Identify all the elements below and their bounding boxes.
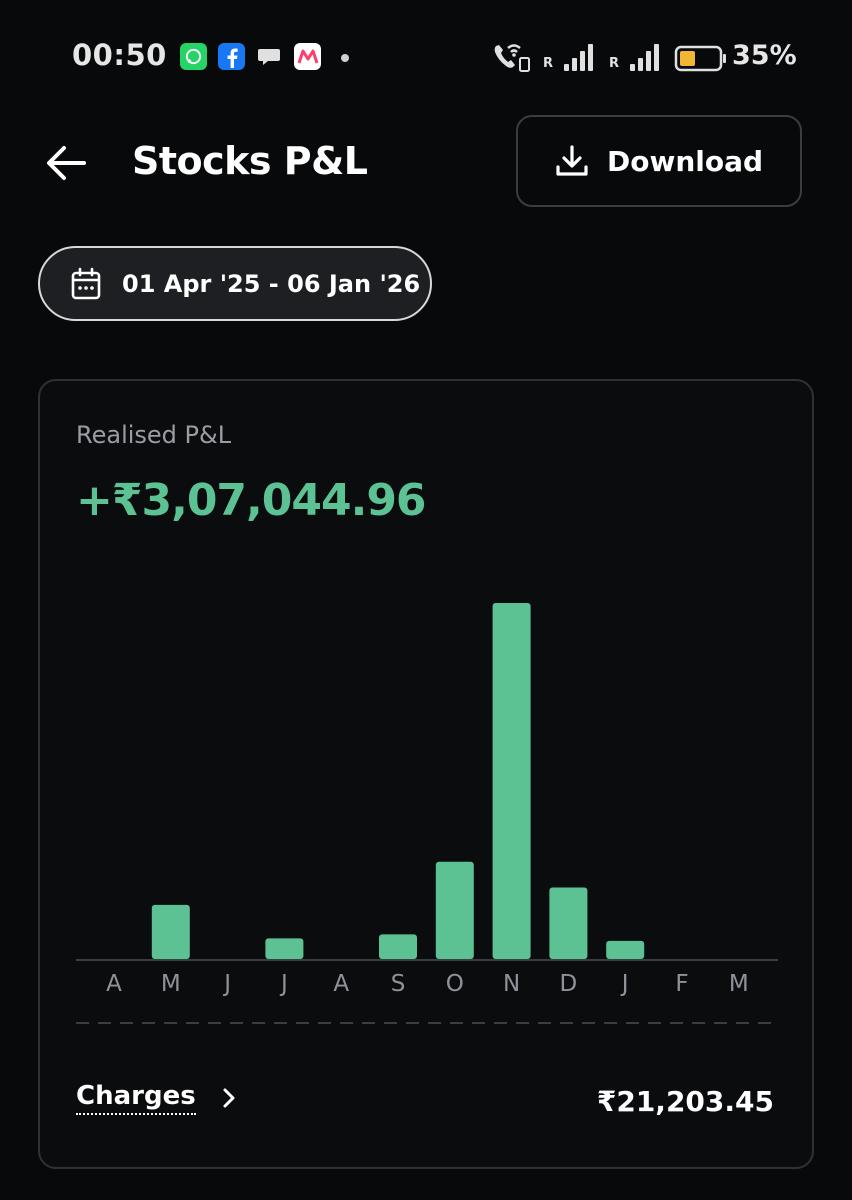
x-tick-label: D xyxy=(560,971,578,997)
x-tick-label: M xyxy=(729,971,749,997)
x-tick-label: O xyxy=(446,971,464,997)
signal-2-icon xyxy=(630,44,659,71)
signal-1-roaming-label: R xyxy=(543,56,554,71)
whatsapp-icon xyxy=(180,43,207,70)
download-button[interactable]: Download xyxy=(516,115,802,207)
x-tick-label: J xyxy=(279,971,288,997)
header: Stocks P&L Download xyxy=(0,115,852,215)
charges-value: ₹21,203.45 xyxy=(596,1085,774,1118)
date-range-selector[interactable]: 01 Apr '25 - 06 Jan '26 xyxy=(38,246,432,321)
realised-pnl-card: Realised P&L +₹3,07,044.96 AMJJASONDJFM … xyxy=(38,379,814,1169)
x-tick-label: J xyxy=(222,971,231,997)
chat-icon xyxy=(256,43,283,70)
arrow-left-icon xyxy=(47,146,86,180)
status-bar: 00:50 R R 35% xyxy=(0,0,852,115)
x-tick-label: J xyxy=(620,971,629,997)
chart-bar[interactable] xyxy=(606,940,645,959)
x-tick-label: F xyxy=(675,971,688,997)
battery-icon xyxy=(674,45,726,72)
notification-dot xyxy=(341,54,349,62)
download-label: Download xyxy=(606,144,764,178)
myntra-icon xyxy=(294,43,321,70)
x-tick-label: A xyxy=(106,971,122,997)
date-range-label: 01 Apr '25 - 06 Jan '26 xyxy=(122,269,421,298)
x-tick-label: S xyxy=(391,971,406,997)
chart-bar[interactable] xyxy=(549,887,588,959)
chart-bar[interactable] xyxy=(379,934,417,959)
chart-bar[interactable] xyxy=(151,904,190,959)
x-tick-label: A xyxy=(333,971,349,997)
facebook-icon xyxy=(218,43,245,70)
battery-percent: 35% xyxy=(732,40,797,71)
x-tick-label: N xyxy=(503,971,520,997)
status-time: 00:50 xyxy=(72,38,167,72)
back-button[interactable] xyxy=(40,137,92,189)
chart-bar[interactable] xyxy=(435,861,474,959)
download-icon xyxy=(556,145,588,176)
charges-label: Charges xyxy=(76,1081,196,1115)
chart-bar[interactable] xyxy=(492,603,531,959)
wifi-call-icon xyxy=(494,44,530,72)
charges-link[interactable]: Charges xyxy=(76,1081,238,1115)
monthly-pnl-chart: AMJJASONDJFM xyxy=(76,603,778,1024)
x-tick-label: M xyxy=(161,971,181,997)
signal-1-icon xyxy=(564,44,593,71)
page-title: Stocks P&L xyxy=(132,139,368,183)
chart-bar[interactable] xyxy=(265,938,304,959)
calendar-icon xyxy=(71,267,101,299)
signal-2-roaming-label: R xyxy=(609,56,620,71)
chevron-right-icon xyxy=(223,1088,235,1108)
